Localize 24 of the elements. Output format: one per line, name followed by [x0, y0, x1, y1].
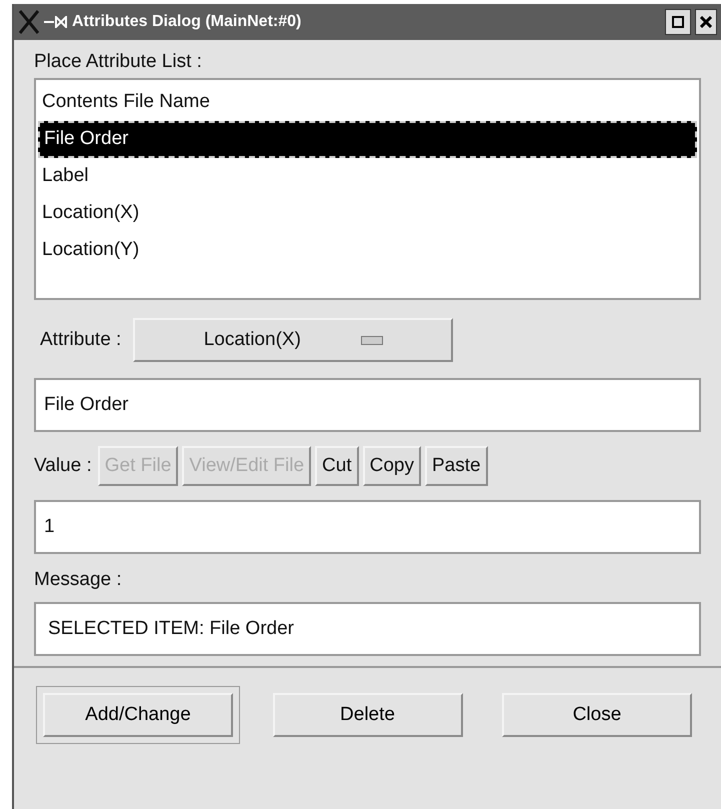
pin-icon: [44, 16, 68, 28]
value-field[interactable]: 1: [34, 500, 701, 554]
value-button[interactable]: Copy: [362, 446, 421, 486]
list-label: Place Attribute List :: [34, 50, 203, 74]
value-button[interactable]: Cut: [315, 446, 359, 486]
value-label: Value :: [34, 454, 92, 478]
list-item[interactable]: Contents File Name: [38, 84, 697, 121]
attribute-dropdown[interactable]: Location(X): [133, 318, 454, 362]
message-label: Message :: [34, 568, 123, 592]
list-item[interactable]: Location(Y): [38, 232, 697, 269]
message-field: SELECTED ITEM: File Order: [34, 602, 701, 656]
dropdown-indicator-icon: [360, 336, 383, 344]
value-button[interactable]: Paste: [424, 446, 488, 486]
maximize-button[interactable]: [665, 9, 691, 35]
x-logo-icon: [18, 9, 40, 35]
close-button[interactable]: [695, 9, 717, 35]
dialog-button[interactable]: Add/Change: [36, 686, 240, 744]
attribute-label: Attribute :: [40, 328, 122, 352]
close-icon: [700, 16, 712, 28]
list-item[interactable]: File Order: [38, 121, 697, 158]
list-item[interactable]: Location(X): [38, 195, 697, 232]
name-field[interactable]: File Order: [34, 378, 701, 432]
list-item[interactable]: Label: [38, 158, 697, 195]
window-title: Attributes Dialog (MainNet:#0): [72, 12, 302, 32]
